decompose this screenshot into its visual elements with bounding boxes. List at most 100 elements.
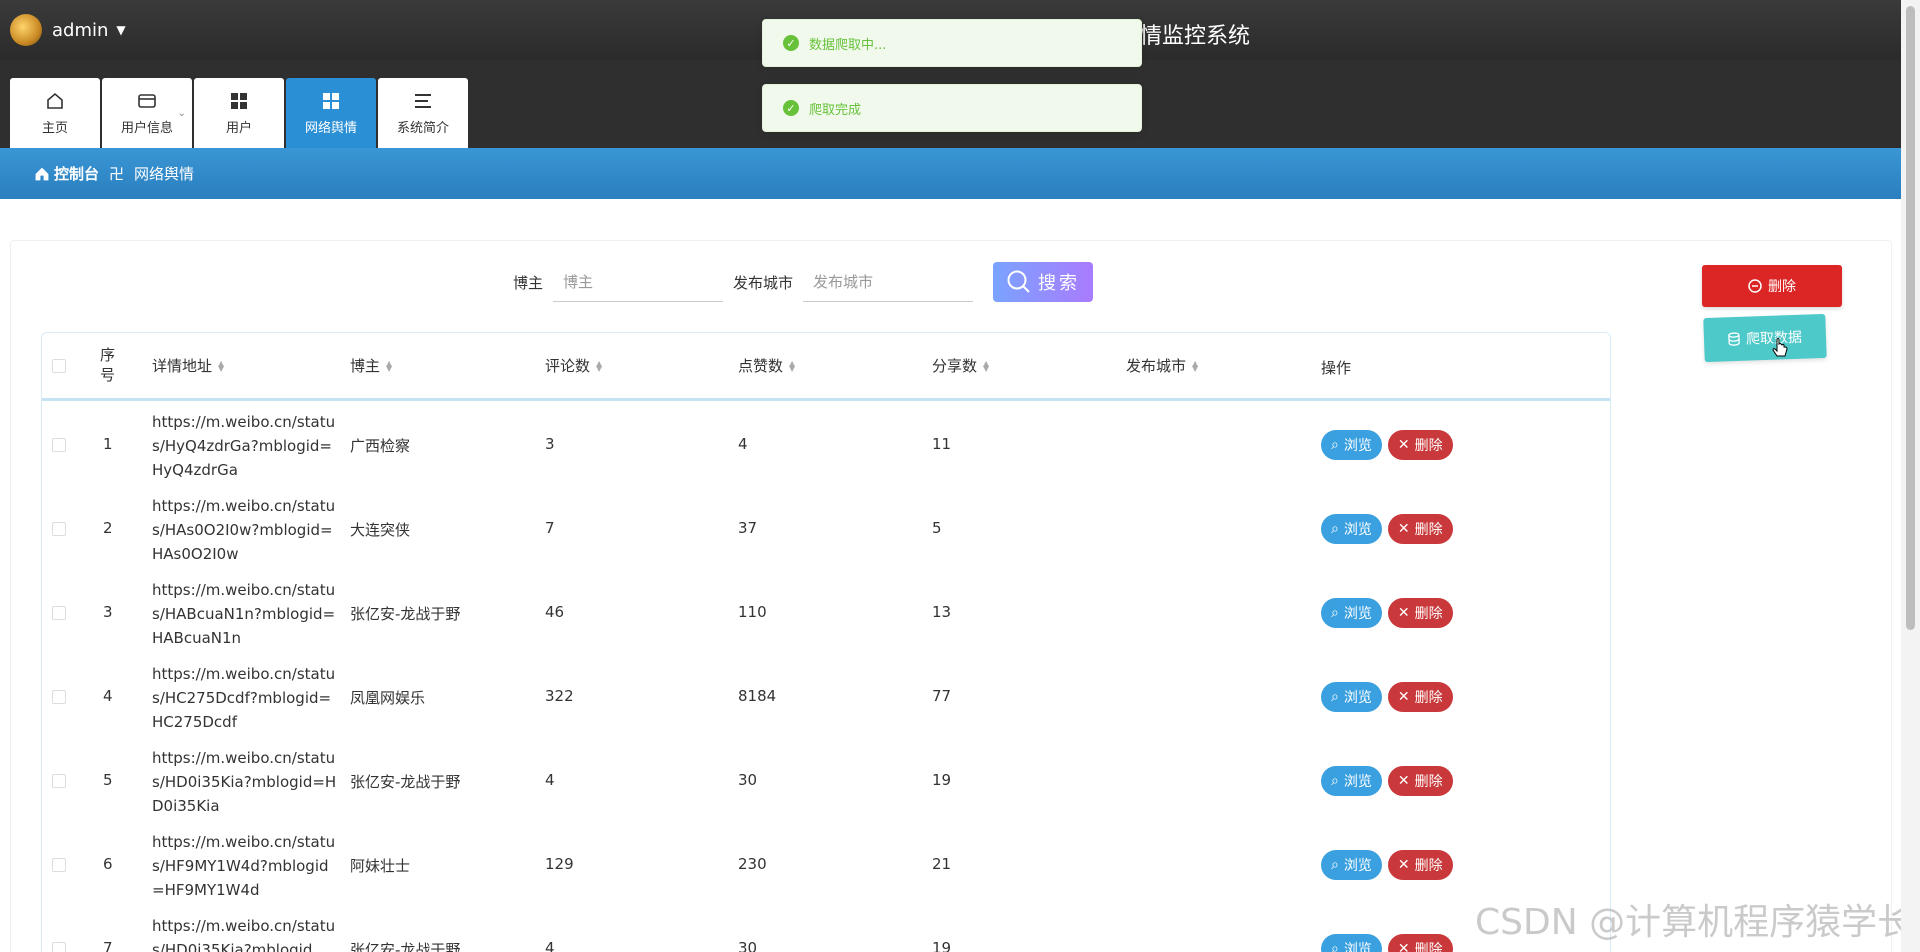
tab-home[interactable]: 主页 <box>10 78 100 148</box>
toast-message: 爬取完成 <box>809 102 862 118</box>
tab-users[interactable]: 用户 <box>194 78 284 148</box>
data-table: 序号 详情地址 ▲ ▼ 博主 ▲ ▼ 评论数 ▲ ▼ 点赞数 ▲ ▼ 分享数 ▲ ▼ 发布城市 ▲ ▼ … <box>41 332 1611 952</box>
view-button[interactable]: ⌕ 浏览 <box>1321 514 1382 544</box>
search-icon: ⌕ <box>1331 941 1339 952</box>
search-button[interactable]: 搜索 <box>993 262 1094 302</box>
row-likes: 30 <box>738 939 758 952</box>
row-shares: 77 <box>932 687 952 705</box>
search-icon <box>1007 270 1030 293</box>
card-icon <box>137 91 157 111</box>
row-comments: 4 <box>545 771 555 789</box>
col-city[interactable]: 发布城市 ▲ ▼ <box>1126 355 1198 376</box>
row-likes: 110 <box>738 603 767 621</box>
col-likes[interactable]: 点赞数 ▲ ▼ <box>738 355 795 376</box>
col-url[interactable]: 详情地址 ▲ ▼ <box>152 355 224 376</box>
row-index: 2 <box>103 519 113 537</box>
delete-button[interactable]: ✕ 删除 <box>1387 514 1453 544</box>
watermark: CSDN @计算机程序猿学长 <box>1475 902 1914 943</box>
crawl-data-button[interactable]: 爬取数据 <box>1703 313 1827 363</box>
breadcrumb-home[interactable]: 控制台 <box>34 163 99 184</box>
tab-label: 用户信息 <box>120 120 173 136</box>
col-comments[interactable]: 评论数 ▲ ▼ <box>545 355 602 376</box>
blogger-input[interactable]: 博主 <box>553 262 724 302</box>
row-index: 4 <box>103 687 113 705</box>
col-blogger[interactable]: 博主 ▲ ▼ <box>350 355 392 376</box>
col-shares[interactable]: 分享数 ▲ ▼ <box>932 355 989 376</box>
delete-button[interactable]: ✕ 删除 <box>1387 850 1453 880</box>
delete-button[interactable]: ✕ 删除 <box>1387 598 1453 628</box>
search-bar: 博主 博主 发布城市 发布城市 搜索 <box>513 262 1094 302</box>
row-blogger: 张亿安-龙战于野 <box>350 605 461 623</box>
row-shares: 19 <box>932 939 952 952</box>
close-icon: ✕ <box>1397 857 1410 873</box>
row-likes: 8184 <box>738 687 777 705</box>
row-checkbox[interactable] <box>52 438 66 452</box>
city-label: 发布城市 <box>733 273 794 292</box>
view-button[interactable]: ⌕ 浏览 <box>1321 682 1382 712</box>
chevron-down-icon: ⌄ <box>177 108 186 119</box>
caret-down-icon: ▼ <box>116 23 126 37</box>
sort-icon: ▲ ▼ <box>386 358 393 373</box>
tab-user-info[interactable]: 用户信息 ⌄ <box>102 78 192 148</box>
close-icon: ✕ <box>1397 437 1410 453</box>
scrollbar-thumb[interactable] <box>1906 6 1915 630</box>
city-input[interactable]: 发布城市 <box>803 262 974 302</box>
batch-delete-button[interactable]: 删除 <box>1702 265 1842 307</box>
view-button[interactable]: ⌕ 浏览 <box>1321 850 1382 880</box>
tab-label: 系统简介 <box>396 120 449 136</box>
delete-button[interactable]: ✕ 删除 <box>1387 682 1453 712</box>
delete-button[interactable]: ✕ 删除 <box>1387 430 1453 460</box>
table-row: 4 https://m.weibo.cn/status/HC275Dcdf?mb… <box>42 656 1610 740</box>
row-comments: 7 <box>545 519 555 537</box>
tab-network-opinion[interactable]: 网络舆情 <box>286 78 376 148</box>
delete-button[interactable]: ✕ 删除 <box>1387 766 1453 796</box>
row-comments: 46 <box>545 603 565 621</box>
sort-icon: ▲ ▼ <box>983 358 990 373</box>
view-button[interactable]: ⌕ 浏览 <box>1321 934 1382 952</box>
view-button[interactable]: ⌕ 浏览 <box>1321 598 1382 628</box>
row-blogger: 凤凰网娱乐 <box>350 689 426 707</box>
user-menu[interactable]: admin ▼ <box>10 14 126 46</box>
tab-system-intro[interactable]: 系统简介 <box>378 78 468 148</box>
row-index: 6 <box>103 855 113 873</box>
row-shares: 5 <box>932 519 942 537</box>
row-blogger: 广西检察 <box>350 437 411 455</box>
row-likes: 4 <box>738 435 748 453</box>
row-checkbox[interactable] <box>52 942 66 952</box>
row-checkbox[interactable] <box>52 690 66 704</box>
username: admin <box>52 19 109 41</box>
row-index: 5 <box>103 771 113 789</box>
blogger-label: 博主 <box>513 273 544 292</box>
view-button[interactable]: ⌕ 浏览 <box>1321 430 1382 460</box>
avatar <box>10 14 42 46</box>
check-circle-icon: ✓ <box>783 35 799 51</box>
row-url: https://m.weibo.cn/status/HC275Dcdf?mblo… <box>152 665 336 731</box>
close-icon: ✕ <box>1397 941 1410 952</box>
delete-button[interactable]: ✕ 删除 <box>1387 934 1453 952</box>
row-checkbox[interactable] <box>52 774 66 788</box>
row-shares: 11 <box>932 435 952 453</box>
row-url: https://m.weibo.cn/status/HD0i35Kia?mblo… <box>152 917 336 952</box>
row-checkbox[interactable] <box>52 522 66 536</box>
row-blogger: 大连突侠 <box>350 521 411 539</box>
search-icon: ⌕ <box>1331 605 1339 621</box>
select-all-checkbox[interactable] <box>52 359 66 373</box>
close-icon: ✕ <box>1397 521 1410 537</box>
search-icon: ⌕ <box>1331 437 1339 453</box>
sort-icon: ▲ ▼ <box>1192 358 1199 373</box>
tab-label: 主页 <box>41 120 68 136</box>
row-checkbox[interactable] <box>52 606 66 620</box>
col-index: 序号 <box>100 346 116 384</box>
close-icon: ✕ <box>1397 689 1410 705</box>
row-comments: 129 <box>545 855 574 873</box>
row-likes: 30 <box>738 771 758 789</box>
row-url: https://m.weibo.cn/status/HyQ4zdrGa?mblo… <box>152 413 336 479</box>
row-likes: 37 <box>738 519 758 537</box>
row-checkbox[interactable] <box>52 858 66 872</box>
view-button[interactable]: ⌕ 浏览 <box>1321 766 1382 796</box>
search-icon: ⌕ <box>1331 773 1339 789</box>
home-icon <box>35 167 49 180</box>
table-row: 5 https://m.weibo.cn/status/HD0i35Kia?mb… <box>42 740 1610 824</box>
database-icon <box>1728 332 1740 346</box>
vertical-scrollbar[interactable] <box>1901 0 1920 952</box>
